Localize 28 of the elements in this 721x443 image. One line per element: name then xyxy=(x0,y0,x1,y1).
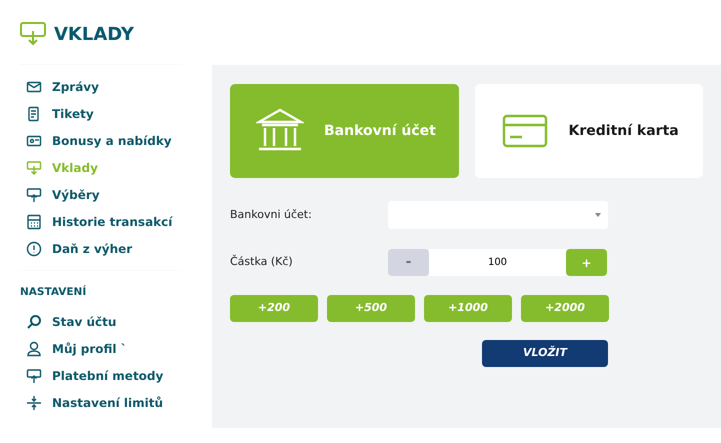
menu-item[interactable]: Historie transakcí xyxy=(20,208,182,235)
menu-item[interactable]: Stav účtu xyxy=(20,308,182,336)
amount-field[interactable]: 100 xyxy=(429,249,566,276)
search-icon xyxy=(26,314,42,330)
menu-item[interactable]: Zprávy xyxy=(20,73,182,100)
field-label: Bankovni účet: xyxy=(230,206,313,223)
payment-method-tab[interactable]: Kreditní karta xyxy=(474,84,703,178)
menu-item[interactable]: Bonusy a nabídky xyxy=(20,127,182,154)
person-icon xyxy=(26,341,42,358)
deposit-button[interactable]: VLOŽIT xyxy=(482,340,608,367)
menu-item[interactable]: Výběry xyxy=(20,181,182,208)
withdraw-icon xyxy=(26,368,42,384)
deposit-icon xyxy=(26,160,42,176)
alert-icon xyxy=(26,240,42,256)
caret-icon xyxy=(595,213,601,217)
calculator-icon xyxy=(26,214,42,230)
menu-item[interactable]: Můj profil ` xyxy=(20,336,182,363)
section-heading: NASTAVENÍ xyxy=(20,285,88,300)
menu-item[interactable]: Tikety xyxy=(20,100,182,127)
limits-icon xyxy=(26,395,42,412)
menu-item[interactable]: Nastavení limitů xyxy=(20,390,182,417)
menu-item[interactable]: Daň z výher xyxy=(20,235,182,262)
deposit-icon xyxy=(20,22,46,46)
menu-item[interactable]: Platební metody xyxy=(20,362,182,390)
page-title: VKLADY xyxy=(54,22,134,46)
field-label: Částka (Kč) xyxy=(230,254,294,270)
account-select[interactable] xyxy=(388,201,608,229)
withdraw-icon xyxy=(26,186,42,202)
